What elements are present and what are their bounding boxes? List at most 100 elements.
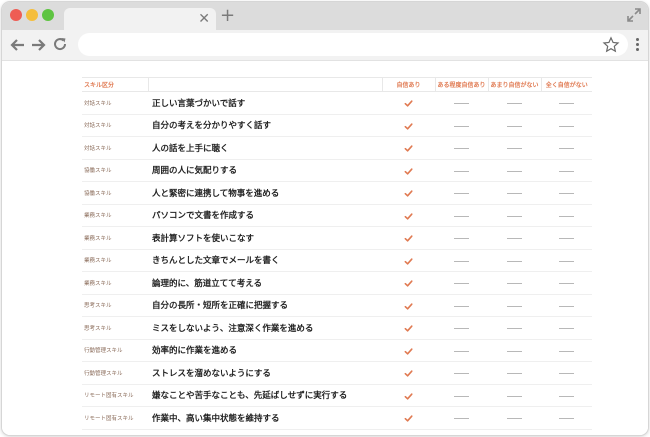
empty-cell (435, 204, 488, 227)
empty-cell (435, 316, 488, 340)
address-bar[interactable] (78, 33, 628, 56)
dash-mark (507, 193, 522, 195)
row-category: 業務スキル (82, 249, 148, 272)
dash-mark (507, 260, 522, 262)
table-row: 対話スキル 自分の考えを分かりやすく話す (82, 114, 592, 137)
row-category: 業務スキル (82, 226, 148, 250)
empty-cell (541, 249, 592, 272)
plus-icon[interactable]: + (220, 6, 235, 26)
dash-mark (454, 283, 469, 285)
empty-cell (488, 361, 541, 385)
minimize-window-button[interactable] (26, 9, 38, 21)
maximize-window-button[interactable] (42, 9, 54, 21)
row-skill: 表計算ソフトを使いこなす (148, 226, 382, 250)
dash-mark (559, 193, 574, 195)
empty-cell (488, 91, 541, 115)
empty-cell (435, 91, 488, 115)
check-cell (382, 136, 435, 160)
header-level-4: 全く自信がない (540, 77, 592, 92)
empty-cell (488, 339, 541, 362)
menu-icon[interactable] (636, 38, 640, 54)
dash-mark (454, 148, 469, 150)
empty-cell (541, 204, 592, 227)
empty-cell (541, 406, 592, 430)
empty-cell (541, 136, 592, 160)
dash-mark (454, 305, 469, 307)
expand-icon[interactable] (626, 7, 642, 23)
forward-arrow-icon[interactable] (30, 38, 46, 52)
check-cell (382, 204, 435, 227)
dash-mark (559, 283, 574, 285)
check-icon (404, 145, 413, 152)
empty-cell (488, 316, 541, 340)
check-cell (382, 271, 435, 295)
empty-cell (488, 226, 541, 250)
check-icon (404, 100, 413, 107)
dash-mark (507, 103, 522, 105)
empty-cell (488, 406, 541, 430)
empty-cell (488, 136, 541, 160)
check-cell (382, 361, 435, 385)
empty-cell (488, 181, 541, 205)
check-cell (382, 114, 435, 137)
empty-cell (488, 159, 541, 182)
browser-tab[interactable]: ✕ (64, 8, 216, 30)
table-row: 協働スキル 人と緊密に連携して物事を進める (82, 181, 592, 205)
table-row: 行動管理スキル ストレスを溜めないようにする (82, 361, 592, 385)
check-icon (404, 123, 413, 130)
dash-mark (454, 328, 469, 330)
dash-mark (454, 260, 469, 262)
table-row: 協働スキル 周囲の人に気配りする (82, 159, 592, 182)
check-icon (404, 393, 413, 400)
dash-mark (454, 395, 469, 397)
dash-mark (507, 418, 522, 420)
dash-mark (507, 125, 522, 127)
table-row: 業務スキル 表計算ソフトを使いこなす (82, 226, 592, 250)
empty-cell (541, 159, 592, 182)
row-skill: パソコンで文書を作成する (148, 204, 382, 227)
dash-mark (559, 260, 574, 262)
empty-cell (435, 406, 488, 430)
empty-cell (435, 226, 488, 250)
check-icon (404, 213, 413, 220)
row-category: 協働スキル (82, 159, 148, 182)
row-skill: 論理的に、筋道立てて考える (148, 271, 382, 295)
dash-mark (507, 305, 522, 307)
empty-cell (435, 361, 488, 385)
reload-icon[interactable] (52, 36, 68, 52)
back-arrow-icon[interactable] (10, 38, 26, 52)
empty-cell (541, 226, 592, 250)
table-header-row: スキル区分 自信あり ある程度自信あり あまり自信がない 全く自信がない (82, 77, 592, 92)
dash-mark (454, 125, 469, 127)
row-category: 行動管理スキル (82, 339, 148, 362)
dash-mark (454, 103, 469, 105)
table-row: 思考スキル 自分の長所・短所を正確に把握する (82, 294, 592, 317)
dash-mark (559, 238, 574, 240)
empty-cell (435, 159, 488, 182)
row-skill: 人の話を上手に聴く (148, 136, 382, 160)
close-window-button[interactable] (10, 9, 22, 21)
dash-mark (559, 215, 574, 217)
row-category: 思考スキル (82, 294, 148, 317)
empty-cell (541, 114, 592, 137)
row-skill: 人と緊密に連携して物事を進める (148, 181, 382, 205)
empty-cell (488, 271, 541, 295)
row-category: リモート固有スキル (82, 406, 148, 430)
table-row: 対話スキル 人の話を上手に聴く (82, 136, 592, 160)
check-icon (404, 325, 413, 332)
close-icon[interactable]: ✕ (198, 10, 210, 28)
empty-cell (541, 271, 592, 295)
browser-window: ✕ + スキル区分 自信あり ある程度自信あり あまり自信がない 全く自信がない… (2, 2, 648, 435)
check-icon (404, 235, 413, 242)
header-level-3: あまり自信がない (487, 77, 541, 92)
empty-cell (541, 181, 592, 205)
check-icon (404, 258, 413, 265)
check-icon (404, 415, 413, 422)
check-icon (404, 303, 413, 310)
star-icon[interactable] (602, 36, 620, 54)
check-cell (382, 294, 435, 317)
row-category: 対話スキル (82, 114, 148, 137)
check-cell (382, 226, 435, 250)
check-cell (382, 249, 435, 272)
header-level-2: ある程度自信あり (434, 77, 488, 92)
